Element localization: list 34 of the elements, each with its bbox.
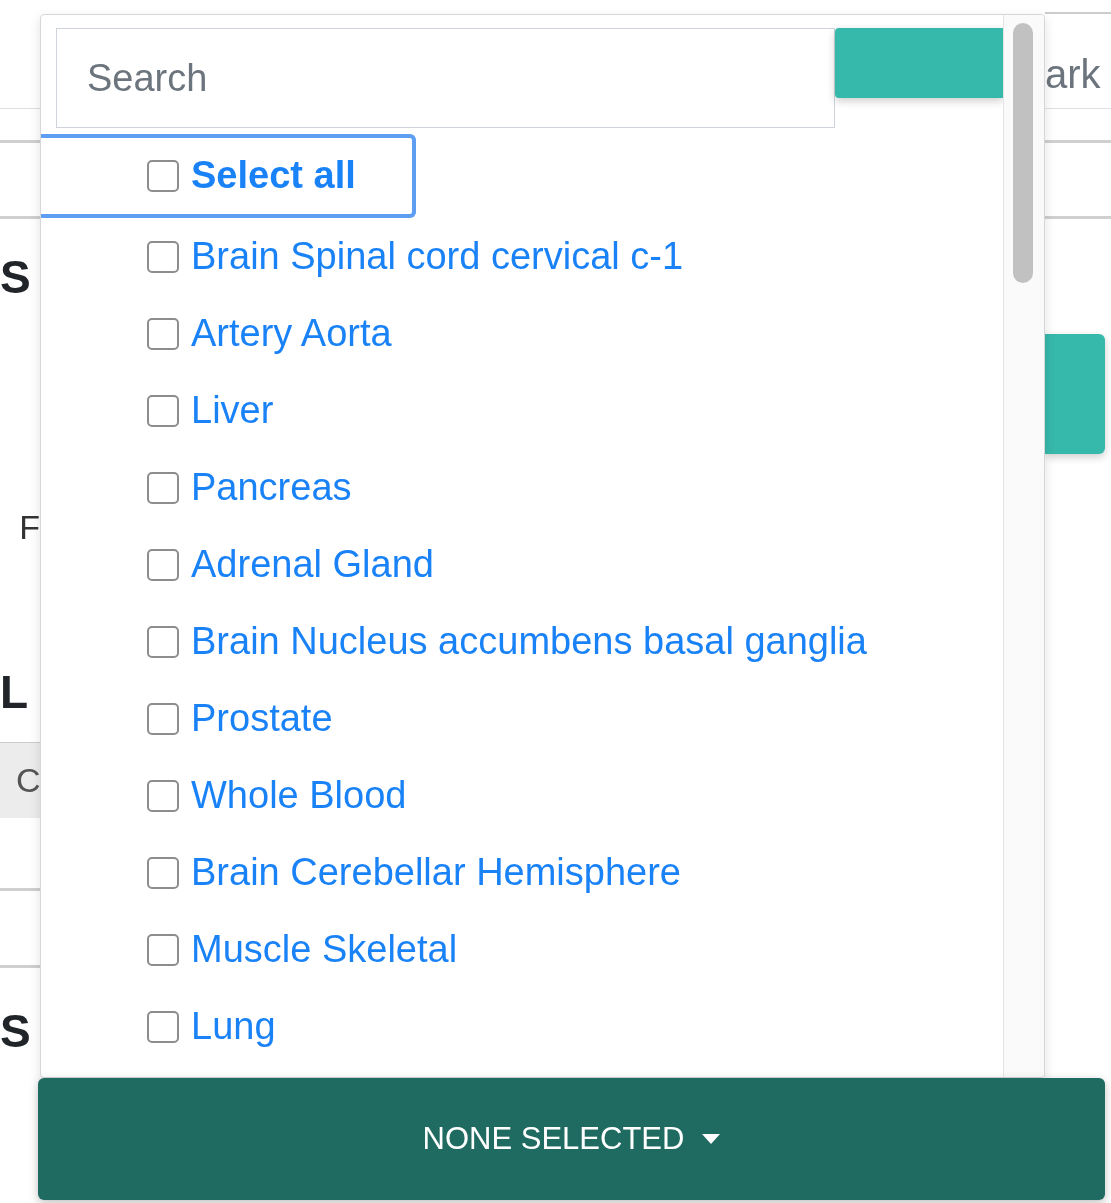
option-item[interactable]: Brain Cerebellar Hemisphere: [41, 834, 741, 911]
checkbox[interactable]: [147, 856, 179, 889]
option-item[interactable]: Artery Aorta: [41, 295, 452, 372]
checkbox[interactable]: [147, 933, 179, 966]
option-item[interactable]: Lung: [41, 988, 336, 1065]
checkbox[interactable]: [147, 160, 179, 192]
checkbox[interactable]: [147, 317, 179, 350]
option-item[interactable]: Select all: [41, 134, 416, 218]
caret-icon: [702, 1134, 721, 1144]
checkbox[interactable]: [147, 702, 179, 735]
checkbox[interactable]: [147, 548, 179, 581]
checkbox[interactable]: [147, 394, 179, 427]
cut-off-text: ark: [1045, 51, 1102, 98]
checkbox[interactable]: [147, 240, 179, 273]
cut-off-text: F: [18, 507, 40, 548]
option-item[interactable]: Liver: [41, 372, 334, 449]
dropdown-button[interactable]: NONE SELECTED: [38, 1078, 1105, 1200]
option-item[interactable]: Brain Nucleus accumbens basal ganglia: [41, 603, 927, 680]
cut-off-text: S: [0, 252, 32, 302]
checkbox[interactable]: [147, 471, 179, 504]
cut-off-text: C: [0, 742, 40, 818]
option-item[interactable]: Muscle Skeletal: [41, 911, 518, 988]
option-item[interactable]: Whole Blood: [41, 757, 467, 834]
option-item[interactable]: Adrenal Gland: [41, 526, 494, 603]
checkbox[interactable]: [147, 1010, 179, 1043]
scrollbar[interactable]: [1003, 15, 1044, 1077]
option-item[interactable]: Pancreas: [41, 449, 412, 526]
cut-off-text: S: [0, 1006, 32, 1056]
option-item[interactable]: Prostate: [41, 680, 393, 757]
checkbox[interactable]: [147, 625, 179, 658]
option-item[interactable]: Brain Spinal cord cervical c-1: [41, 218, 744, 295]
checkbox[interactable]: [147, 779, 179, 812]
search-field[interactable]: Search: [56, 28, 836, 128]
cut-off-text: L: [0, 667, 30, 717]
